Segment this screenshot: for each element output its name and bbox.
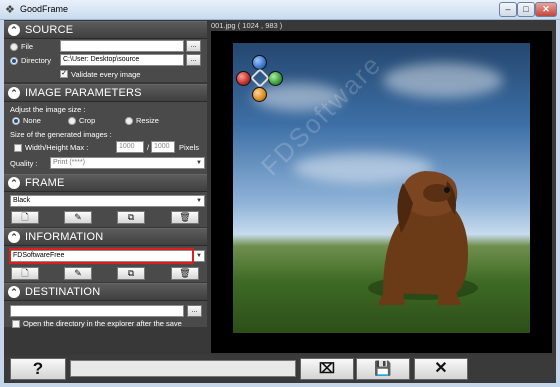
- chevron-up-icon: ⌃: [8, 231, 20, 243]
- close-button[interactable]: ✕: [535, 2, 557, 17]
- highlight-box: [9, 248, 194, 264]
- file-browse-button[interactable]: ...: [186, 40, 201, 52]
- size-option-resize-label: Resize: [136, 116, 159, 125]
- information-copy-button[interactable]: ⧉: [117, 267, 145, 280]
- move-right-button[interactable]: [268, 71, 283, 86]
- window-title: GoodFrame: [20, 4, 69, 14]
- title-bar: ❖ GoodFrame – □ ✕: [0, 0, 560, 20]
- frame-new-button[interactable]: 🗋: [11, 211, 39, 224]
- height-input[interactable]: 1000: [151, 141, 175, 153]
- destination-section: ⌃ DESTINATION ... Open the directory in …: [4, 283, 207, 328]
- size-option-none-label: None: [23, 116, 41, 125]
- frame-section: ⌃ FRAME Black ▼ 🗋 ✎ ⧉ 🗑: [4, 174, 207, 227]
- width-height-label: Width/Height Max :: [25, 143, 89, 152]
- clear-button[interactable]: ⌧: [300, 358, 354, 380]
- source-title: SOURCE: [25, 24, 74, 36]
- quality-label: Quality :: [10, 159, 38, 168]
- preview-filename: 001.jpg ( 1024 , 983 ): [211, 21, 283, 30]
- pixels-label: Pixels: [179, 143, 200, 152]
- frame-copy-button[interactable]: ⧉: [117, 211, 145, 224]
- file-radio[interactable]: [10, 43, 18, 51]
- size-generated-label: Size of the generated images :: [10, 130, 112, 139]
- width-height-checkbox[interactable]: [14, 144, 22, 152]
- trash-icon: 🗑: [179, 268, 191, 278]
- destination-title: DESTINATION: [25, 286, 101, 298]
- chevron-up-icon: ⌃: [8, 87, 20, 99]
- quality-value: Print (****): [53, 159, 85, 166]
- directory-input[interactable]: C:\User: Desktop\source: [60, 54, 184, 66]
- information-new-button[interactable]: 🗋: [11, 267, 39, 280]
- directory-label: Directory: [21, 56, 52, 65]
- information-header[interactable]: ⌃ INFORMATION: [4, 229, 207, 246]
- information-edit-button[interactable]: ✎: [64, 267, 92, 280]
- trash-icon: 🗑: [179, 212, 191, 222]
- size-option-crop-radio[interactable]: [68, 117, 76, 125]
- open-directory-checkbox[interactable]: [12, 320, 20, 328]
- information-title: INFORMATION: [25, 231, 104, 243]
- size-option-resize-radio[interactable]: [125, 117, 133, 125]
- dropdown-arrow-icon: ▼: [196, 198, 202, 204]
- bottom-toolbar: ? ⌧ 💾 ✕: [4, 355, 556, 383]
- size-option-none-radio[interactable]: [12, 117, 20, 125]
- validate-label: Validate every image: [71, 70, 141, 79]
- save-button[interactable]: 💾: [356, 358, 410, 380]
- size-option-crop-label: Crop: [79, 116, 96, 125]
- chevron-up-icon: ⌃: [8, 24, 20, 36]
- frame-value: Black: [13, 197, 31, 204]
- move-up-button[interactable]: [252, 55, 267, 70]
- copy-icon: ⧉: [127, 212, 135, 222]
- edit-icon: ✎: [74, 212, 82, 222]
- frame-edit-button[interactable]: ✎: [64, 211, 92, 224]
- destination-header[interactable]: ⌃ DESTINATION: [4, 284, 207, 301]
- center-target-icon: [250, 68, 270, 88]
- information-section: ⌃ INFORMATION FDSoftwareFree ▼ 🗋 ✎ ⧉ 🗑: [4, 228, 207, 282]
- maximize-button[interactable]: □: [517, 2, 535, 17]
- clear-list-icon: ⌧: [318, 360, 336, 376]
- cancel-button[interactable]: ✕: [414, 358, 468, 380]
- minimize-button[interactable]: –: [499, 2, 517, 17]
- validate-checkbox[interactable]: ✓: [60, 70, 68, 78]
- size-separator: /: [147, 143, 150, 152]
- dropdown-arrow-icon: ▼: [196, 253, 202, 259]
- settings-panel: ⌃ SOURCE File ... Directory C:\User: Des…: [4, 21, 207, 353]
- open-directory-label: Open the directory in the explorer after…: [23, 319, 182, 328]
- dropdown-arrow-icon: ▼: [196, 160, 202, 166]
- frame-select[interactable]: Black ▼: [10, 195, 205, 207]
- move-down-button[interactable]: [252, 87, 267, 102]
- navigation-pad: [236, 55, 284, 103]
- file-input[interactable]: [60, 40, 184, 52]
- quality-select[interactable]: Print (****) ▼: [50, 157, 205, 169]
- source-header[interactable]: ⌃ SOURCE: [4, 22, 207, 39]
- destination-input[interactable]: [10, 305, 184, 317]
- progress-bar: [70, 360, 296, 377]
- adjust-label: Adjust the image size :: [10, 105, 86, 114]
- edit-icon: ✎: [74, 268, 82, 278]
- chevron-up-icon: ⌃: [8, 177, 20, 189]
- frame-delete-button[interactable]: 🗑: [171, 211, 199, 224]
- frame-title: FRAME: [25, 177, 65, 189]
- image-parameters-title: IMAGE PARAMETERS: [25, 87, 142, 99]
- copy-icon: ⧉: [127, 268, 135, 278]
- destination-browse-button[interactable]: ...: [187, 305, 202, 317]
- source-section: ⌃ SOURCE File ... Directory C:\User: Des…: [4, 21, 207, 82]
- help-button[interactable]: ?: [10, 358, 66, 380]
- app-icon: ❖: [5, 4, 15, 16]
- move-left-button[interactable]: [236, 71, 251, 86]
- width-input[interactable]: 1000: [116, 141, 144, 153]
- directory-browse-button[interactable]: ...: [186, 54, 201, 66]
- image-parameters-header[interactable]: ⌃ IMAGE PARAMETERS: [4, 85, 207, 102]
- close-icon: ✕: [434, 360, 448, 377]
- chevron-up-icon: ⌃: [8, 286, 20, 298]
- new-file-icon: 🗋: [21, 268, 29, 278]
- frame-header[interactable]: ⌃ FRAME: [4, 175, 207, 192]
- save-icon: 💾: [374, 360, 392, 376]
- directory-radio[interactable]: [10, 57, 18, 65]
- file-label: File: [21, 42, 34, 51]
- information-delete-button[interactable]: 🗑: [171, 267, 199, 280]
- new-file-icon: 🗋: [21, 212, 29, 222]
